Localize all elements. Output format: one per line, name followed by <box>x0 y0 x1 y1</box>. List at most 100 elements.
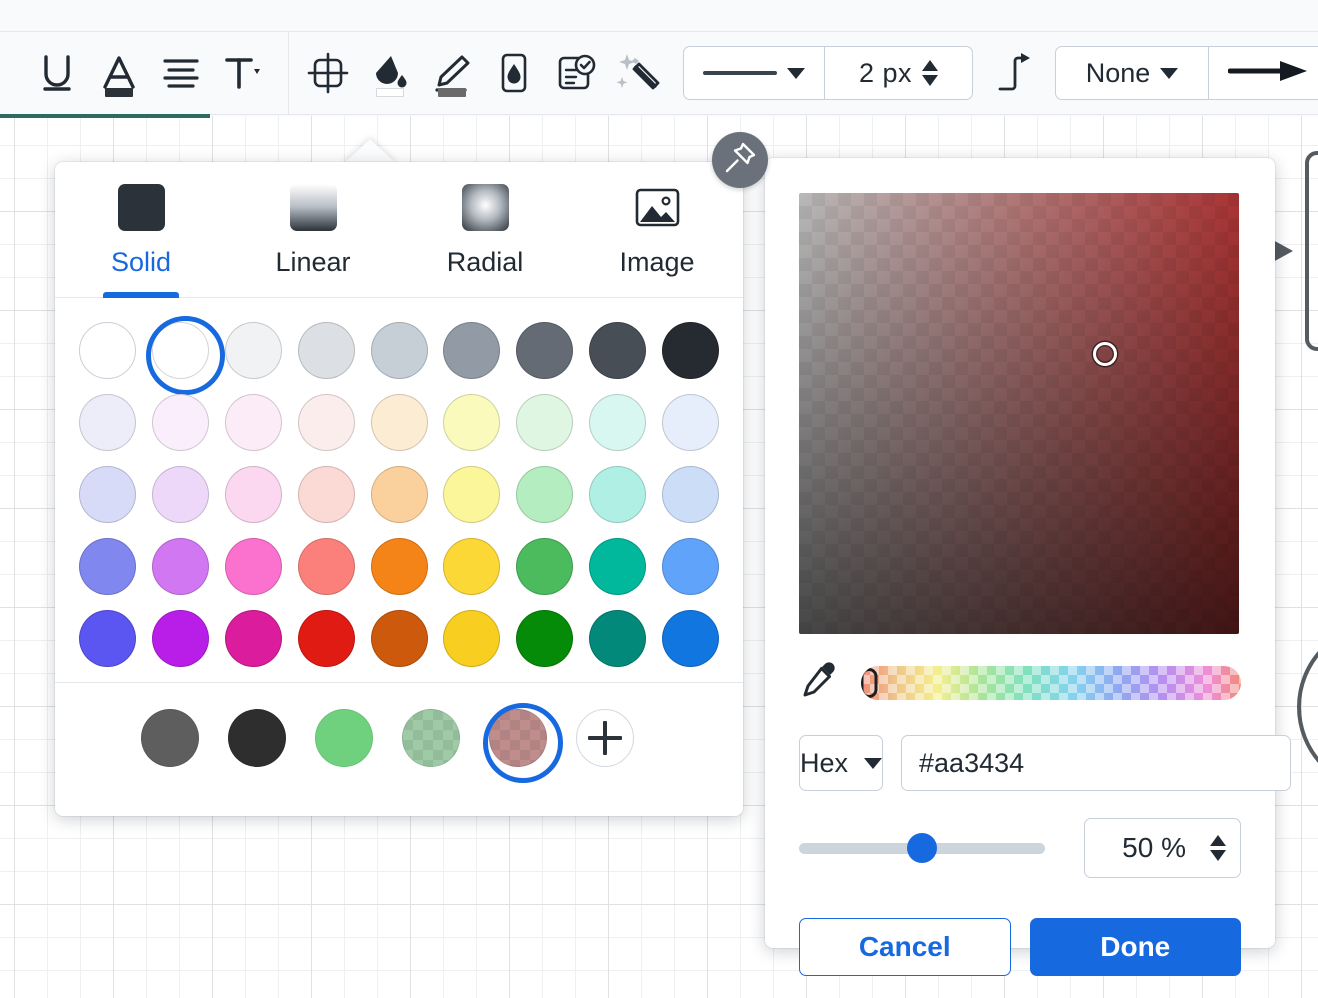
pin-icon <box>723 141 757 180</box>
color-swatch[interactable] <box>79 538 136 595</box>
hue-slider-thumb[interactable] <box>861 668 877 698</box>
color-swatch[interactable] <box>79 466 136 523</box>
stepper-down-icon[interactable] <box>1210 850 1226 861</box>
color-swatch[interactable] <box>371 466 428 523</box>
rounded-rect-shape[interactable] <box>1305 151 1318 351</box>
circle-shape[interactable] <box>1297 622 1318 792</box>
color-swatch[interactable] <box>225 322 282 379</box>
color-swatch[interactable] <box>298 538 355 595</box>
underline-icon <box>37 52 77 94</box>
color-swatch[interactable] <box>225 610 282 667</box>
color-swatch[interactable] <box>516 394 573 451</box>
fill-color-button[interactable] <box>359 40 421 106</box>
swatch-row-5 <box>79 610 719 667</box>
color-swatch[interactable] <box>589 538 646 595</box>
color-swatch[interactable] <box>152 394 209 451</box>
color-swatch[interactable] <box>443 466 500 523</box>
color-swatch[interactable] <box>152 610 209 667</box>
eyedropper-icon[interactable] <box>799 660 839 705</box>
stepper-up-icon[interactable] <box>1210 835 1226 846</box>
color-swatch[interactable] <box>662 610 719 667</box>
note-check-icon <box>554 52 598 94</box>
tab-linear[interactable]: Linear <box>227 184 399 297</box>
color-swatch[interactable] <box>225 466 282 523</box>
tab-image[interactable]: Image <box>571 184 743 297</box>
color-swatch[interactable] <box>298 322 355 379</box>
color-swatch[interactable] <box>589 466 646 523</box>
color-swatch[interactable] <box>443 610 500 667</box>
recent-color-swatch[interactable] <box>141 709 199 767</box>
line-end-select[interactable]: None <box>1056 47 1208 99</box>
color-swatch[interactable] <box>152 538 209 595</box>
color-swatch[interactable] <box>152 322 209 379</box>
color-swatch[interactable] <box>589 322 646 379</box>
add-color-button[interactable] <box>576 709 634 767</box>
color-swatch[interactable] <box>443 538 500 595</box>
done-button[interactable]: Done <box>1030 918 1242 976</box>
color-swatch[interactable] <box>589 610 646 667</box>
opacity-slider-thumb[interactable] <box>907 833 937 863</box>
color-swatch[interactable] <box>662 538 719 595</box>
color-swatch[interactable] <box>589 394 646 451</box>
color-swatch[interactable] <box>298 394 355 451</box>
text-color-button[interactable] <box>88 40 150 106</box>
color-format-value: Hex <box>800 748 848 779</box>
color-swatch[interactable] <box>516 610 573 667</box>
stepper-down-icon[interactable] <box>922 75 938 86</box>
tab-radial[interactable]: Radial <box>399 184 571 297</box>
radial-gradient-icon <box>462 184 509 231</box>
sv-cursor-handle[interactable] <box>1093 342 1117 366</box>
arrow-end-select[interactable] <box>1209 47 1318 99</box>
color-swatch[interactable] <box>79 394 136 451</box>
arrow-connector[interactable] <box>1273 240 1293 262</box>
tab-solid[interactable]: Solid <box>55 184 227 297</box>
recent-color-swatch[interactable] <box>489 709 547 767</box>
line-color-swatch <box>438 88 466 97</box>
line-color-button[interactable] <box>421 40 483 106</box>
color-swatch[interactable] <box>516 322 573 379</box>
magic-wand-button[interactable] <box>607 40 669 106</box>
recent-color-swatch[interactable] <box>228 709 286 767</box>
color-swatch[interactable] <box>371 322 428 379</box>
hex-input[interactable] <box>901 735 1291 791</box>
recent-color-swatch[interactable] <box>402 709 460 767</box>
text-options-button[interactable] <box>212 40 274 106</box>
align-button[interactable] <box>150 40 212 106</box>
waypoint-button[interactable] <box>991 40 1039 106</box>
color-swatch[interactable] <box>298 610 355 667</box>
dialog-actions: Cancel Done <box>799 918 1241 976</box>
color-swatch[interactable] <box>79 610 136 667</box>
color-swatch[interactable] <box>371 538 428 595</box>
color-format-select[interactable]: Hex <box>799 735 883 791</box>
color-swatch[interactable] <box>79 322 136 379</box>
crop-button[interactable] <box>297 40 359 106</box>
color-swatch[interactable] <box>443 322 500 379</box>
saturation-value-area[interactable] <box>799 193 1239 634</box>
color-swatch[interactable] <box>371 610 428 667</box>
opacity-stepper[interactable]: 50 % <box>1084 818 1241 878</box>
color-swatch[interactable] <box>225 538 282 595</box>
color-swatch[interactable] <box>516 538 573 595</box>
color-swatch[interactable] <box>516 466 573 523</box>
color-swatch[interactable] <box>298 466 355 523</box>
color-swatch[interactable] <box>662 394 719 451</box>
stepper-up-icon[interactable] <box>922 60 938 71</box>
color-swatch[interactable] <box>371 394 428 451</box>
line-style-select[interactable] <box>684 47 824 99</box>
color-swatch[interactable] <box>662 466 719 523</box>
comment-button[interactable] <box>545 40 607 106</box>
color-swatch[interactable] <box>662 322 719 379</box>
cancel-button[interactable]: Cancel <box>799 918 1011 976</box>
hue-slider-track[interactable] <box>861 666 1241 700</box>
color-swatch[interactable] <box>443 394 500 451</box>
color-swatch[interactable] <box>225 394 282 451</box>
recent-color-swatch[interactable] <box>315 709 373 767</box>
line-width-stepper[interactable]: 2 px <box>825 47 972 99</box>
opacity-slider-track[interactable] <box>799 843 1045 854</box>
opacity-button[interactable] <box>483 40 545 106</box>
underline-button[interactable] <box>26 40 88 106</box>
color-format-row: Hex <box>799 735 1241 791</box>
color-swatch[interactable] <box>152 466 209 523</box>
hue-transparency-checker <box>861 666 1241 700</box>
pin-panel-button[interactable] <box>712 132 768 188</box>
